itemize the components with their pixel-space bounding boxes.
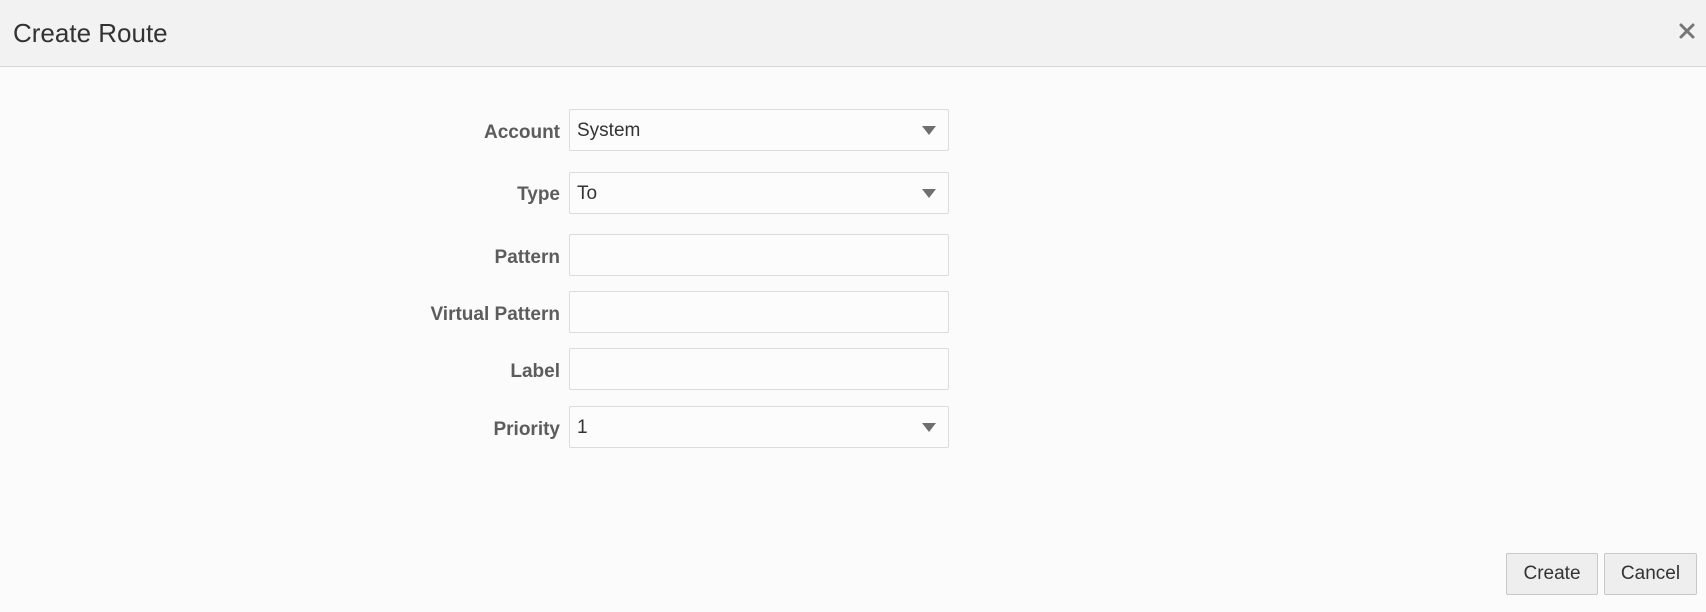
type-select[interactable]: To: [569, 172, 949, 214]
type-label: Type: [517, 184, 560, 205]
create-route-dialog: Create Route Account System Type To Patt…: [0, 0, 1706, 612]
priority-label: Priority: [493, 419, 560, 440]
priority-select-value: 1: [577, 417, 588, 438]
account-select-value: System: [577, 120, 641, 141]
chevron-down-icon: [922, 189, 936, 198]
create-button[interactable]: Create: [1506, 553, 1598, 595]
account-select[interactable]: System: [569, 109, 949, 151]
dialog-header: Create Route: [0, 0, 1706, 67]
virtual-pattern-label: Virtual Pattern: [430, 304, 560, 325]
account-label: Account: [484, 122, 560, 143]
route-label-label: Label: [510, 361, 560, 382]
pattern-label: Pattern: [494, 247, 560, 268]
type-select-value: To: [577, 183, 598, 204]
cancel-button[interactable]: Cancel: [1604, 553, 1697, 595]
close-icon[interactable]: [1674, 18, 1700, 44]
virtual-pattern-input[interactable]: [569, 291, 949, 333]
dialog-title: Create Route: [13, 18, 168, 48]
priority-select[interactable]: 1: [569, 406, 949, 448]
route-label-input[interactable]: [569, 348, 949, 390]
chevron-down-icon: [922, 423, 936, 432]
pattern-input[interactable]: [569, 234, 949, 276]
chevron-down-icon: [922, 126, 936, 135]
